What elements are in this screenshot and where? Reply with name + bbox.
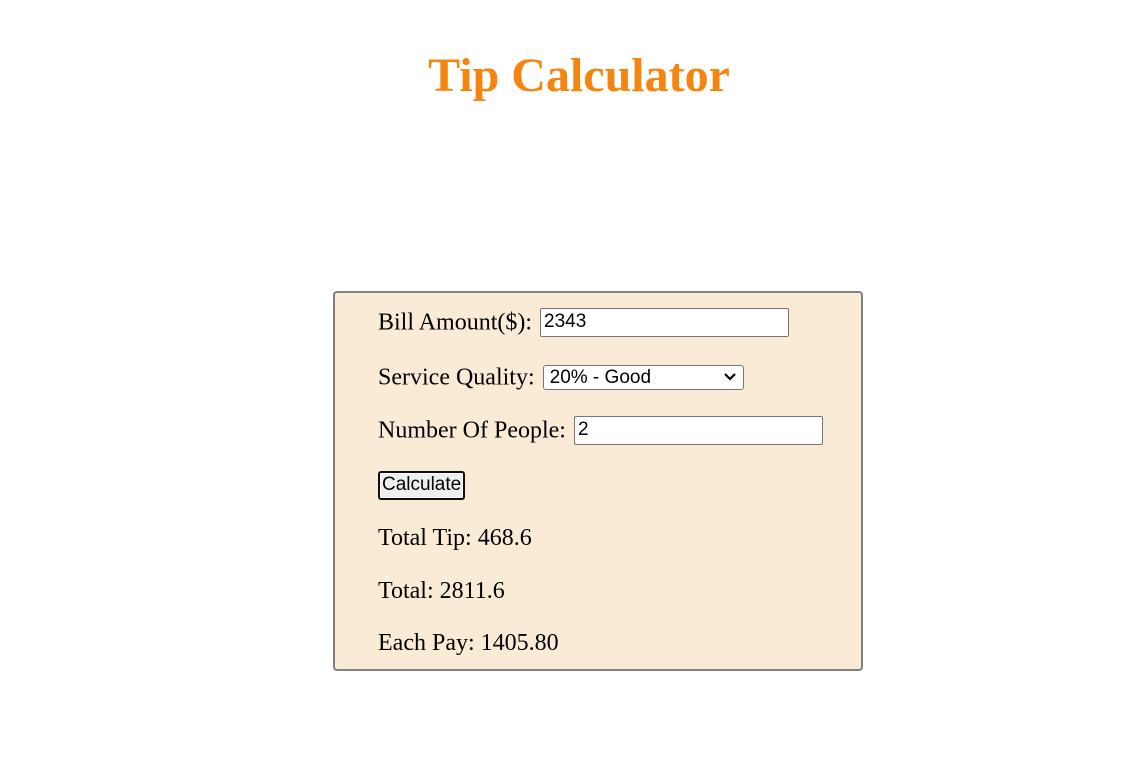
service-quality-row: Service Quality: 20% - Good bbox=[378, 362, 744, 391]
calculate-row: Calculate bbox=[378, 469, 466, 500]
service-quality-select[interactable]: 20% - Good bbox=[542, 364, 744, 390]
service-quality-label: Service Quality: bbox=[378, 364, 535, 391]
service-quality-selected: 20% - Good bbox=[549, 366, 652, 388]
total-tip-text: Total Tip: 468.6 bbox=[378, 525, 532, 551]
page-title: Tip Calculator bbox=[428, 49, 730, 102]
bill-amount-row: Bill Amount($): bbox=[378, 307, 790, 337]
number-of-people-label: Number Of People: bbox=[378, 417, 566, 444]
bill-amount-label: Bill Amount($): bbox=[378, 309, 533, 336]
calculate-button[interactable]: Calculate bbox=[378, 470, 466, 500]
total-text: Total: 2811.6 bbox=[378, 578, 505, 604]
bill-amount-input[interactable] bbox=[540, 307, 790, 337]
chevron-down-icon bbox=[723, 373, 736, 381]
tip-calculator-card: Bill Amount($): Service Quality: 20% - G… bbox=[333, 291, 863, 671]
number-of-people-row: Number Of People: bbox=[378, 415, 823, 445]
number-of-people-input[interactable] bbox=[573, 415, 823, 445]
each-pay-text: Each Pay: 1405.80 bbox=[378, 630, 559, 656]
